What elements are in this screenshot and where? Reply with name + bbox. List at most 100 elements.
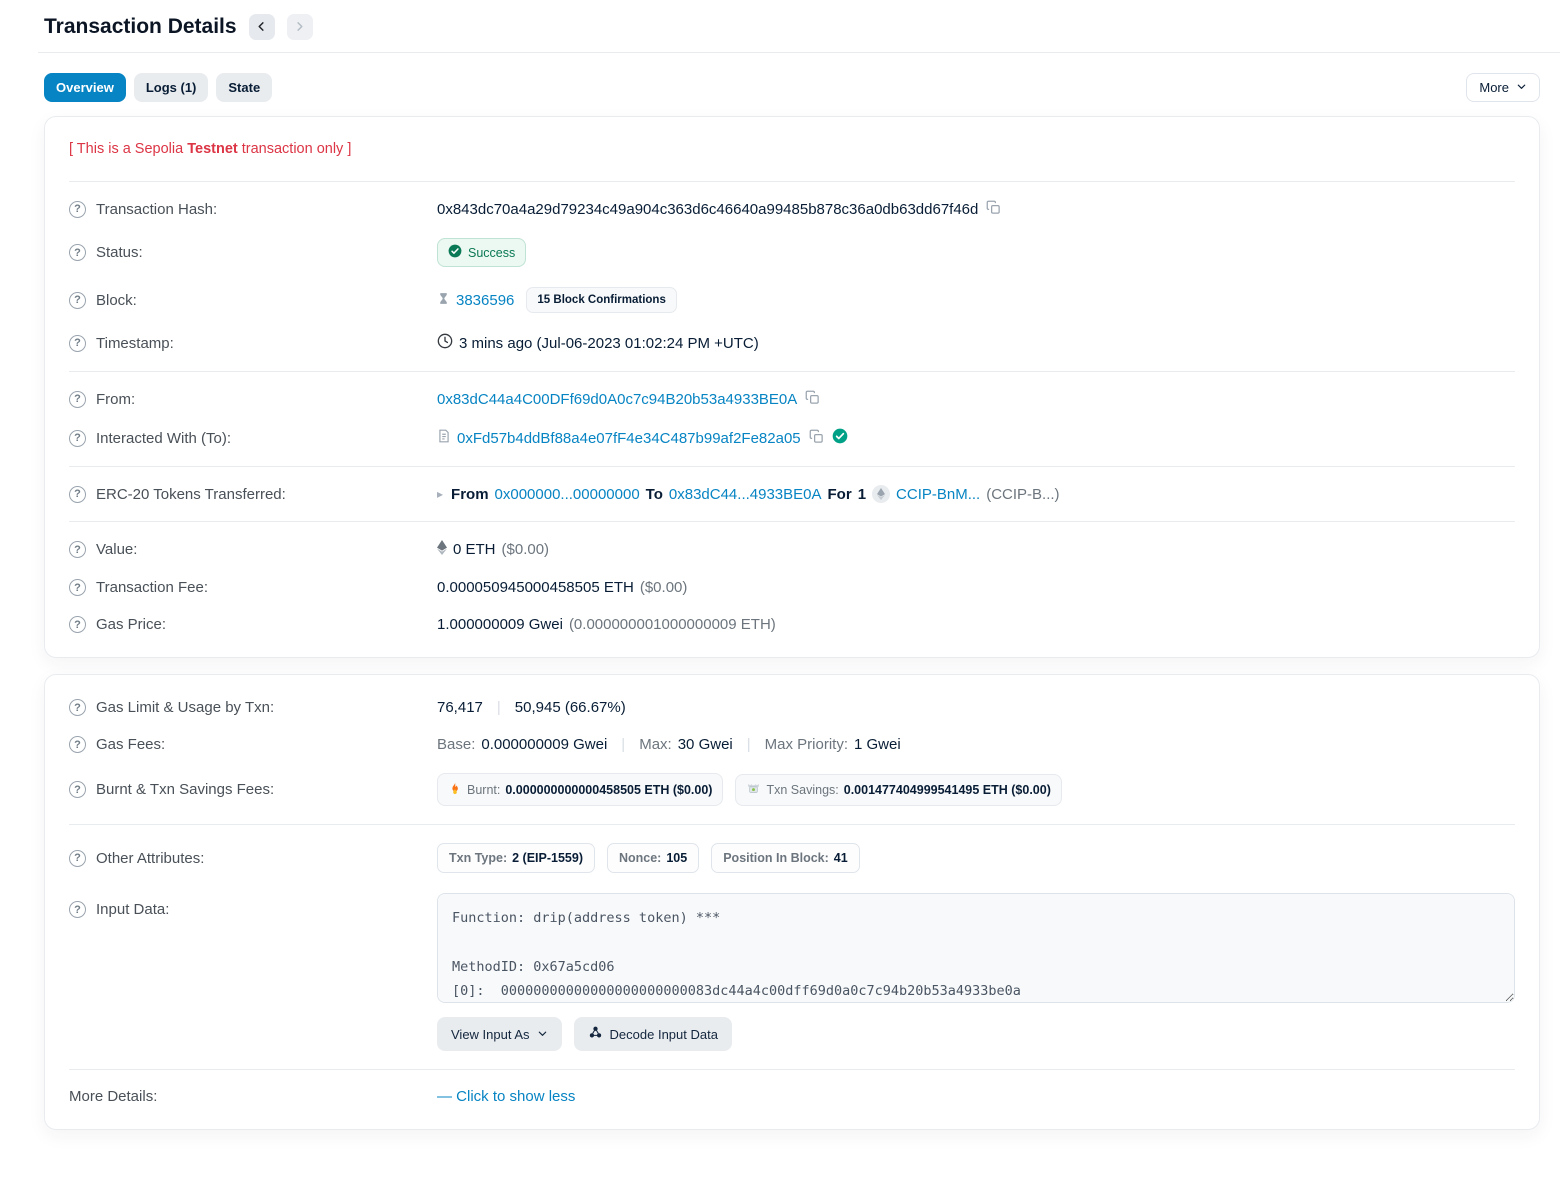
copy-from-address-button[interactable]	[803, 390, 822, 408]
max-priority-fee-label: Max Priority:	[765, 736, 848, 753]
interacted-with-label: Interacted With (To):	[96, 430, 231, 447]
burnt-savings-row: Burnt & Txn Savings Fees: Burnt: 0.00000…	[69, 763, 1515, 816]
timestamp-value: 3 mins ago (Jul-06-2023 01:02:24 PM +UTC…	[459, 335, 759, 352]
disclosure-triangle-icon: ▸	[437, 487, 443, 501]
help-icon[interactable]	[69, 541, 86, 558]
block-confirmations-badge: 15 Block Confirmations	[526, 287, 676, 313]
tabs-row: Overview Logs (1) State More	[44, 73, 1540, 102]
tab-overview[interactable]: Overview	[44, 73, 126, 102]
transaction-hash-value: 0x843dc70a4a29d79234c49a904c363d6c46640a…	[437, 201, 978, 218]
help-icon[interactable]	[69, 699, 86, 716]
decode-icon	[588, 1025, 603, 1043]
divider	[69, 1069, 1515, 1070]
gas-price-row: Gas Price: 1.000000009 Gwei (0.000000001…	[69, 606, 1515, 643]
token-name-link[interactable]: CCIP-BnM...	[896, 486, 980, 503]
burnt-label: Burnt:	[467, 783, 500, 797]
separator: |	[747, 736, 751, 753]
copy-icon	[809, 429, 824, 447]
position-in-block-value: 41	[834, 851, 848, 865]
value-label: Value:	[96, 541, 137, 558]
testnet-note: [ This is a Sepolia Testnet transaction …	[69, 131, 1515, 173]
gas-used-value: 50,945 (66.67%)	[515, 699, 626, 716]
transfer-to-address-link[interactable]: 0x83dC44...4933BE0A	[669, 486, 822, 503]
transaction-fee-row: Transaction Fee: 0.000050945000458505 ET…	[69, 569, 1515, 606]
max-priority-fee-value: 1 Gwei	[854, 736, 901, 753]
overview-card: [ This is a Sepolia Testnet transaction …	[44, 116, 1540, 658]
tab-logs[interactable]: Logs (1)	[134, 73, 209, 102]
timestamp-label: Timestamp:	[96, 335, 174, 352]
copy-transaction-hash-button[interactable]	[984, 200, 1003, 218]
block-number-link[interactable]: 3836596	[456, 292, 514, 309]
view-input-as-button[interactable]: View Input As	[437, 1017, 562, 1051]
chevron-down-icon	[1516, 80, 1527, 95]
separator: |	[621, 736, 625, 753]
help-icon[interactable]	[69, 901, 86, 918]
transfer-from-address-link[interactable]: 0x000000...00000000	[495, 486, 640, 503]
help-icon[interactable]	[69, 579, 86, 596]
txn-savings-value: 0.001477404999541495 ETH ($0.00)	[844, 783, 1051, 797]
copy-icon	[805, 390, 820, 408]
divider	[69, 466, 1515, 467]
help-icon[interactable]	[69, 736, 86, 753]
separator: |	[497, 699, 501, 716]
max-fee-label: Max:	[639, 736, 672, 753]
txn-type-value: 2 (EIP-1559)	[512, 851, 583, 865]
max-fee-value: 30 Gwei	[678, 736, 733, 753]
timestamp-row: Timestamp: 3 mins ago (Jul-06-2023 01:02…	[69, 323, 1515, 363]
input-data-actions: View Input As Decode Input Data	[437, 1017, 1515, 1051]
chevron-right-icon	[294, 20, 305, 35]
gas-price-label: Gas Price:	[96, 616, 166, 633]
more-button[interactable]: More	[1466, 73, 1540, 102]
help-icon[interactable]	[69, 201, 86, 218]
divider	[69, 181, 1515, 182]
from-address-link[interactable]: 0x83dC44a4C00DFf69d0A0c7c94B20b53a4933BE…	[437, 391, 797, 408]
transaction-hash-label: Transaction Hash:	[96, 201, 217, 218]
help-icon[interactable]	[69, 430, 86, 447]
erc20-transfers-row: ERC-20 Tokens Transferred: ▸ From 0x0000…	[69, 475, 1515, 513]
value-row: Value: 0 ETH ($0.00)	[69, 530, 1515, 569]
divider	[69, 371, 1515, 372]
nonce-label: Nonce:	[619, 851, 661, 865]
transfer-to-label: To	[646, 486, 663, 503]
help-icon[interactable]	[69, 616, 86, 633]
contract-file-icon	[437, 428, 451, 448]
previous-transaction-button[interactable]	[249, 14, 275, 40]
more-details-label: More Details:	[69, 1088, 157, 1105]
divider	[69, 521, 1515, 522]
input-data-textarea[interactable]: Function: drip(address token) *** Method…	[437, 893, 1515, 1003]
verified-contract-check-icon	[832, 428, 848, 448]
testnet-note-pre: [ This is a Sepolia	[69, 141, 187, 157]
copy-contract-address-button[interactable]	[807, 429, 826, 447]
transfer-amount: 1	[858, 486, 866, 503]
help-icon[interactable]	[69, 850, 86, 867]
decode-input-data-label: Decode Input Data	[610, 1027, 718, 1042]
transfer-for-label: For	[828, 486, 852, 503]
page-title: Transaction Details	[44, 15, 237, 39]
show-less-link[interactable]: — Click to show less	[437, 1088, 575, 1105]
divider	[69, 824, 1515, 825]
hourglass-icon	[437, 291, 450, 310]
help-icon[interactable]	[69, 781, 86, 798]
help-icon[interactable]	[69, 391, 86, 408]
gas-price-alt: (0.000000001000000009 ETH)	[569, 616, 776, 633]
transaction-details-page: Transaction Details Overview Logs (1) St…	[0, 0, 1560, 1176]
gas-fees-label: Gas Fees:	[96, 736, 165, 753]
chevron-left-icon	[256, 20, 267, 35]
help-icon[interactable]	[69, 486, 86, 503]
interacted-with-address-link[interactable]: 0xFd57b4ddBf88a4e07fF4e34C487b99af2Fe82a…	[457, 430, 801, 447]
help-icon[interactable]	[69, 292, 86, 309]
position-in-block-badge: Position In Block: 41	[711, 843, 859, 873]
help-icon[interactable]	[69, 244, 86, 261]
block-row: Block: 3836596 15 Block Confirmations	[69, 277, 1515, 323]
tabs: Overview Logs (1) State	[44, 73, 272, 102]
copy-icon	[986, 200, 1001, 218]
help-icon[interactable]	[69, 335, 86, 352]
burnt-value: 0.000000000000458505 ETH ($0.00)	[505, 783, 712, 797]
other-attributes-label: Other Attributes:	[96, 850, 204, 867]
tab-state[interactable]: State	[216, 73, 272, 102]
testnet-note-post: transaction only ]	[238, 141, 352, 157]
page-header: Transaction Details	[44, 6, 1540, 52]
decode-input-data-button[interactable]: Decode Input Data	[574, 1017, 732, 1051]
transaction-fee-amount: 0.000050945000458505 ETH	[437, 579, 634, 596]
txn-savings-badge: Txn Savings: 0.001477404999541495 ETH ($…	[735, 774, 1061, 806]
